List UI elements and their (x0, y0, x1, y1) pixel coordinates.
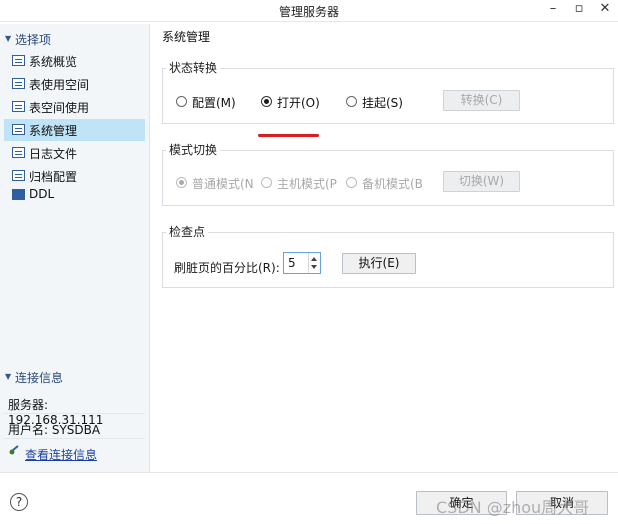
radio-circle (261, 96, 272, 107)
sidebar-item-label: 系统管理 (29, 124, 78, 138)
view-connection-link[interactable]: 查看连接信息 (3, 442, 145, 464)
page-title: 系统管理 (162, 30, 211, 44)
options-section-title: 选择项 (15, 33, 52, 47)
connection-section-title: 连接信息 (15, 371, 64, 385)
mode-switch-title: 模式切换 (166, 141, 221, 158)
title-bar: 管理服务器 – ▫ ✕ (0, 0, 618, 22)
sidebar-item-ddl[interactable]: DDL (4, 184, 145, 206)
sidebar-item-label: DDL (29, 187, 55, 201)
red-underline-annotation (258, 134, 319, 137)
view-connection-link-text[interactable]: 查看连接信息 (25, 446, 97, 463)
user-text: 用户名: SYSDBA (8, 423, 101, 437)
options-section-header[interactable]: ▼ 选择项 (0, 28, 150, 50)
radio-circle (176, 177, 187, 188)
sidebar-item-label: 表空间使用 (29, 101, 90, 115)
dirty-page-percent-label: 刷脏页的百分比(R): (174, 261, 280, 275)
spinner-value[interactable]: 5 (288, 256, 296, 270)
list-icon (12, 78, 25, 89)
help-icon[interactable]: ? (10, 493, 28, 511)
radio-circle (346, 96, 357, 107)
state-switch-group: 状态转换 配置(M) 打开(O) 挂起(S) 转换(C) (162, 59, 614, 124)
sidebar-item-table-space-usage[interactable]: 表使用空间 (4, 73, 145, 95)
ddl-icon (12, 189, 25, 200)
user-info: 用户名: SYSDBA (3, 417, 145, 439)
spinner-down-icon[interactable] (311, 265, 317, 269)
switch-button[interactable]: 切换(W) (443, 171, 520, 192)
sidebar-item-system-management[interactable]: 系统管理 (4, 119, 145, 141)
radio-label: 备机模式(B (362, 177, 423, 191)
radio-label: 挂起(S) (362, 96, 403, 110)
sidebar: ▼ 选择项 系统概览 表使用空间 表空间使用 系统管理 日志文件 归档配置 DD… (0, 24, 150, 472)
mode-switch-group: 模式切换 普通模式(N 主机模式(P 备机模式(B 切换(W) (162, 141, 614, 206)
list-icon (12, 170, 25, 181)
connection-section-header[interactable]: ▼ 连接信息 (0, 366, 150, 388)
radio-label: 打开(O) (277, 96, 320, 110)
radio-circle (261, 177, 272, 188)
collapse-triangle-icon: ▼ (5, 372, 12, 381)
sidebar-item-log-files[interactable]: 日志文件 (4, 142, 145, 164)
convert-button[interactable]: 转换(C) (443, 90, 520, 111)
list-icon (12, 101, 25, 112)
sidebar-item-label: 日志文件 (29, 147, 78, 161)
sidebar-item-tablespace-usage[interactable]: 表空间使用 (4, 96, 145, 118)
minimize-icon[interactable]: – (540, 0, 566, 20)
connection-icon (9, 445, 19, 455)
sidebar-item-system-overview[interactable]: 系统概览 (4, 50, 145, 72)
list-icon (12, 124, 25, 135)
checkpoint-title: 检查点 (166, 223, 209, 240)
maximize-icon[interactable]: ▫ (566, 0, 592, 20)
window-title: 管理服务器 (278, 5, 339, 19)
server-info: 服务器: 192.168.31.111 (3, 392, 145, 427)
radio-label: 普通模式(N (192, 177, 254, 191)
spinner-arrows[interactable] (308, 253, 320, 273)
list-icon (12, 147, 25, 158)
radio-label: 主机模式(P (277, 177, 337, 191)
radio-circle (346, 177, 357, 188)
list-icon (12, 55, 25, 66)
collapse-triangle-icon: ▼ (5, 34, 12, 43)
radio-circle (176, 96, 187, 107)
sidebar-item-label: 归档配置 (29, 170, 78, 184)
checkpoint-group: 检查点 刷脏页的百分比(R): 5 执行(E) (162, 223, 614, 288)
close-icon[interactable]: ✕ (592, 0, 618, 20)
watermark: CSDN @zhou周大哥 (436, 498, 590, 517)
dirty-page-percent-spinner[interactable]: 5 (283, 252, 321, 274)
main-panel: 系统管理 状态转换 配置(M) 打开(O) 挂起(S) 转换(C) 模式切换 普… (152, 24, 618, 472)
spinner-up-icon[interactable] (311, 257, 317, 261)
sidebar-item-label: 系统概览 (29, 55, 78, 69)
state-switch-title: 状态转换 (166, 59, 221, 76)
execute-button[interactable]: 执行(E) (342, 253, 416, 274)
sidebar-item-label: 表使用空间 (29, 78, 90, 92)
radio-label: 配置(M) (192, 96, 236, 110)
